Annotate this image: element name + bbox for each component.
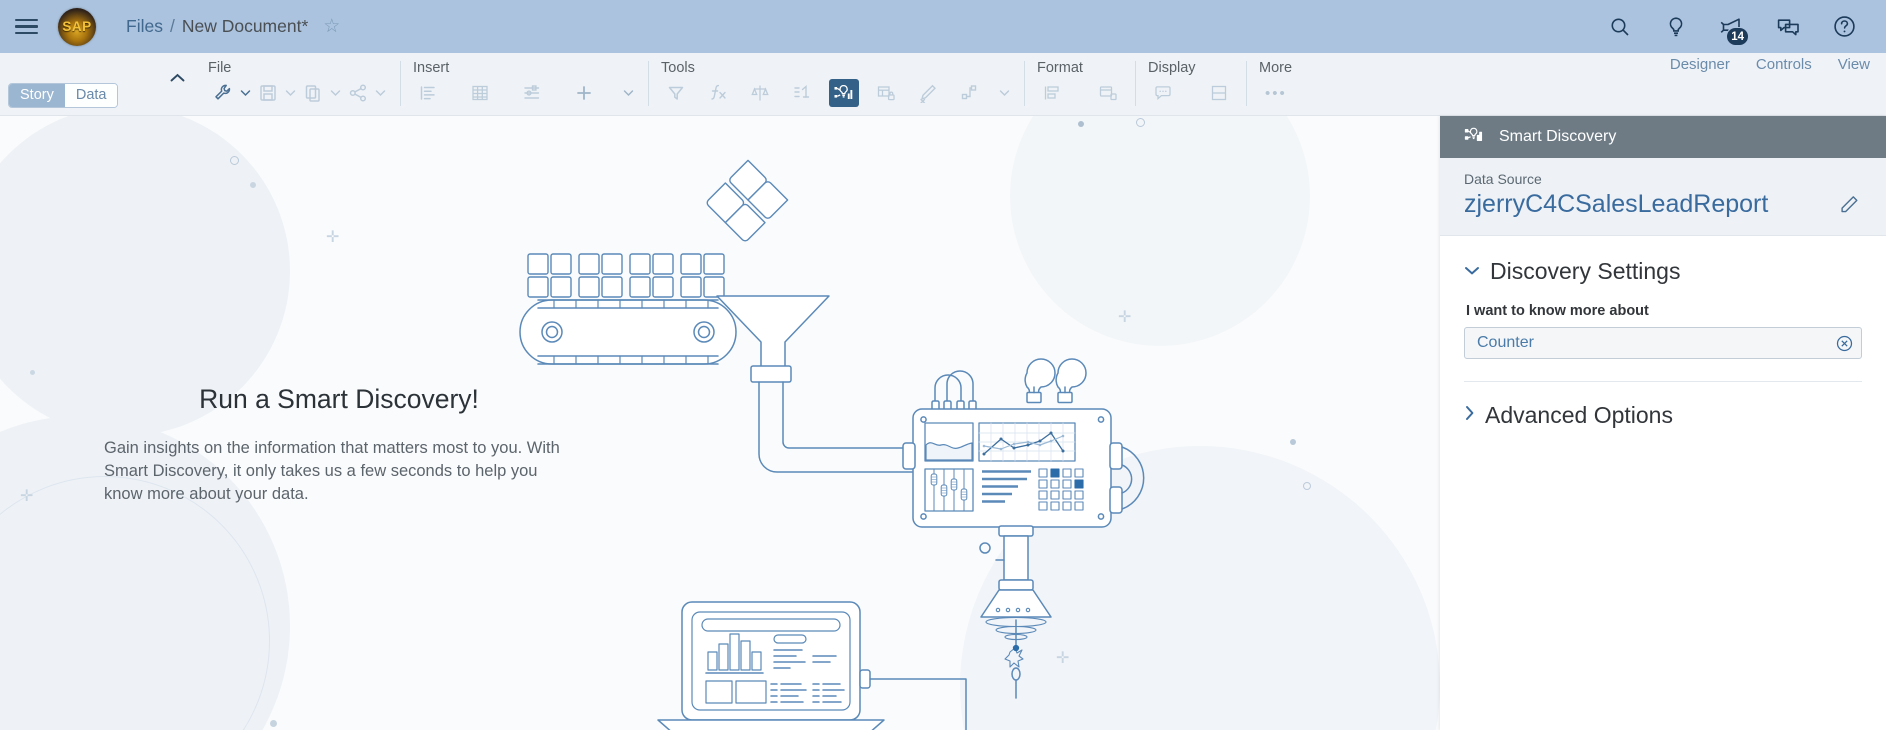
- breadcrumb-current-document[interactable]: New Document*: [182, 16, 308, 37]
- chevron-up-icon[interactable]: [162, 66, 192, 90]
- clear-circle-icon[interactable]: [1833, 335, 1855, 352]
- know-more-about-value: Counter: [1477, 334, 1534, 351]
- discovery-settings-section-header[interactable]: Discovery Settings: [1464, 258, 1862, 285]
- smart-discovery-icon: [1463, 126, 1485, 149]
- ribbon-group-file: File: [196, 53, 400, 116]
- panel-header: Smart Discovery: [1440, 116, 1886, 158]
- ribbon-group-display: Display: [1136, 53, 1246, 116]
- page-description: Gain insights on the information that ma…: [104, 439, 560, 503]
- shell-bar-actions: 14: [1592, 0, 1886, 53]
- ribbon-group-title: Display: [1148, 60, 1196, 76]
- data-source-value[interactable]: zjerryC4CSalesLeadReport: [1464, 190, 1836, 219]
- ribbon-group-tools: Tools: [649, 53, 1024, 116]
- ribbon-group-more: More •••: [1247, 53, 1304, 116]
- megaphone-icon[interactable]: 14: [1704, 0, 1760, 53]
- format-layout-icon[interactable]: [1037, 79, 1067, 107]
- story-canvas[interactable]: ✛ ✛ ✛ ✛ Run a Smart Discovery! Gain insi…: [0, 116, 1440, 730]
- data-locking-icon[interactable]: [871, 79, 901, 107]
- insert-add-icon[interactable]: [569, 79, 599, 107]
- ribbon-groups: File Insert Tools Format Display More ••…: [196, 53, 1304, 116]
- view-link[interactable]: View: [1838, 56, 1870, 73]
- chevron-right-icon: [1464, 405, 1475, 426]
- smart-discovery-icon[interactable]: [829, 79, 859, 107]
- panel-content: Discovery Settings I want to know more a…: [1440, 236, 1886, 447]
- ribbon-group-title: More: [1259, 60, 1293, 76]
- ribbon-group-format: Format: [1025, 53, 1135, 116]
- hamburger-menu-icon[interactable]: [0, 0, 52, 53]
- data-source-section: Data Source zjerryC4CSalesLeadReport: [1440, 158, 1886, 236]
- controls-link[interactable]: Controls: [1756, 56, 1812, 73]
- empty-state-message: Run a Smart Discovery! Gain insights on …: [104, 384, 574, 505]
- overflow-ellipsis-icon[interactable]: •••: [1259, 79, 1290, 107]
- know-more-about-input[interactable]: Counter: [1464, 327, 1862, 359]
- tools-wrench-icon[interactable]: [208, 79, 238, 107]
- format-panel-icon[interactable]: [1093, 79, 1123, 107]
- smart-discovery-panel: Smart Discovery Data Source zjerryC4CSal…: [1440, 116, 1886, 730]
- sap-logo-text: SAP: [62, 19, 92, 34]
- know-more-about-label: I want to know more about: [1466, 303, 1649, 319]
- formula-icon[interactable]: [703, 79, 733, 107]
- ribbon-group-title: Tools: [661, 60, 695, 76]
- insert-table-icon[interactable]: [465, 79, 495, 107]
- breadcrumb: Files / New Document* ☆: [126, 16, 340, 37]
- ranking-icon[interactable]: [787, 79, 817, 107]
- discussion-icon[interactable]: [1760, 0, 1816, 53]
- chevron-down-icon[interactable]: [621, 89, 636, 97]
- compare-icon[interactable]: [745, 79, 775, 107]
- discovery-settings-title: Discovery Settings: [1490, 258, 1681, 284]
- ribbon-right-links: Designer Controls View: [1670, 56, 1870, 73]
- ribbon-group-title: Insert: [413, 60, 450, 76]
- chevron-down-icon[interactable]: [373, 89, 388, 97]
- toggle-data[interactable]: Data: [64, 84, 118, 107]
- chevron-down-icon[interactable]: [328, 89, 343, 97]
- sac-story-app: SAP Files / New Document* ☆ 14 Story Dat…: [0, 0, 1886, 730]
- ribbon-group-title: File: [208, 60, 232, 76]
- pencil-icon[interactable]: [1836, 195, 1862, 214]
- chevron-down-icon[interactable]: [997, 89, 1012, 97]
- insert-input-control-icon[interactable]: [517, 79, 547, 107]
- shell-bar-left: SAP Files / New Document* ☆: [0, 0, 340, 53]
- advanced-options-title: Advanced Options: [1485, 402, 1673, 428]
- star-icon[interactable]: ☆: [323, 17, 340, 36]
- breadcrumb-separator: /: [169, 16, 175, 36]
- copy-icon[interactable]: [298, 79, 328, 107]
- save-icon[interactable]: [253, 79, 283, 107]
- insert-text-icon[interactable]: [413, 79, 443, 107]
- ribbon-group-title: Format: [1037, 60, 1083, 76]
- panel-title: Smart Discovery: [1499, 128, 1617, 145]
- bookmark-icon[interactable]: [1204, 79, 1234, 107]
- advanced-options-section-header[interactable]: Advanced Options: [1464, 402, 1862, 429]
- chevron-down-icon: [1464, 263, 1480, 281]
- story-data-toggle: Story Data: [8, 83, 119, 108]
- page-title: Run a Smart Discovery!: [199, 384, 479, 414]
- share-icon[interactable]: [343, 79, 373, 107]
- breadcrumb-files-link[interactable]: Files: [126, 16, 163, 37]
- help-icon[interactable]: [1816, 0, 1872, 53]
- shell-bar: SAP Files / New Document* ☆ 14: [0, 0, 1886, 53]
- data-source-label: Data Source: [1464, 171, 1542, 187]
- panel-divider: [1464, 381, 1862, 382]
- chevron-down-icon[interactable]: [238, 89, 253, 97]
- chevron-down-icon[interactable]: [283, 89, 298, 97]
- sap-logo[interactable]: SAP: [58, 7, 96, 46]
- ribbon-group-insert: Insert: [401, 53, 648, 116]
- comment-icon[interactable]: [1148, 79, 1178, 107]
- designer-link[interactable]: Designer: [1670, 56, 1730, 73]
- toggle-story[interactable]: Story: [9, 84, 65, 107]
- filter-icon[interactable]: [661, 79, 691, 107]
- clear-pen-icon[interactable]: [913, 79, 943, 107]
- process-flow-icon[interactable]: [955, 79, 985, 107]
- search-icon[interactable]: [1592, 0, 1648, 53]
- lightbulb-icon[interactable]: [1648, 0, 1704, 53]
- notification-badge: 14: [1726, 27, 1749, 46]
